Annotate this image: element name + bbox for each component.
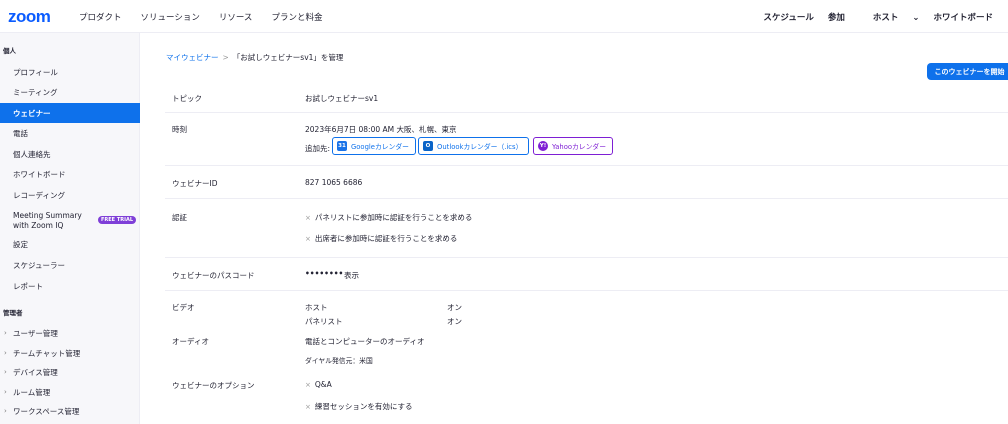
- sidebar-item-device-management[interactable]: › デバイス管理: [0, 362, 140, 382]
- nav-left: プロダクト ソリューション リソース プランと料金: [79, 11, 341, 23]
- time-label: 時刻: [172, 125, 187, 134]
- x-icon: ×: [305, 214, 311, 222]
- auth-option-attendees: × 出席者に参加時に認証を行うことを求める: [305, 233, 457, 244]
- chevron-right-icon: ›: [4, 329, 7, 337]
- chevron-right-icon: ›: [4, 407, 7, 415]
- nav-schedule[interactable]: スケジュール: [763, 11, 813, 23]
- sidebar-item-label: チームチャット管理: [13, 348, 81, 358]
- auth-option-label: 出席者に参加時に認証を行うことを求める: [314, 234, 458, 243]
- yahoo-icon: Y!: [538, 141, 548, 151]
- dial-from: ダイヤル発信元：米国: [305, 357, 373, 365]
- sidebar-item-webinars[interactable]: ウェビナー: [0, 103, 140, 123]
- audio-row: オーディオ 電話とコンピューターのオーディオ ダイヤル発信元：米国: [165, 331, 1008, 373]
- chevron-right-icon: ›: [4, 349, 7, 357]
- webinar-id-row: ウェビナーID 827 1065 6686: [165, 166, 1008, 199]
- option-practice-session: × 練習セッションを有効にする: [305, 401, 412, 412]
- video-label: ビデオ: [172, 303, 195, 312]
- show-passcode-link[interactable]: 表示: [344, 270, 359, 281]
- sidebar-item-recordings[interactable]: レコーディング: [0, 185, 140, 205]
- sidebar-admin-header: 管理者: [3, 309, 23, 317]
- outlook-icon: O: [423, 141, 433, 151]
- passcode-row: ウェビナーのパスコード •••••••• 表示: [165, 258, 1008, 291]
- topic-value: お試しウェビナーsv1: [305, 94, 379, 103]
- yahoo-calendar-button[interactable]: Y! Yahooカレンダー: [533, 137, 613, 155]
- breadcrumb-separator: >: [222, 53, 229, 62]
- option-label: 練習セッションを有効にする: [314, 402, 413, 411]
- x-icon: ×: [305, 235, 311, 243]
- audio-value: 電話とコンピューターのオーディオ: [305, 337, 425, 346]
- sidebar-item-meeting-summary-label: Meeting Summary with Zoom IQ: [13, 211, 82, 230]
- start-webinar-button[interactable]: このウェビナーを開始: [927, 63, 1008, 80]
- video-host-label: ホスト: [305, 303, 328, 312]
- sidebar-item-team-chat[interactable]: › チームチャット管理: [0, 343, 140, 363]
- sidebar-item-meeting-summary[interactable]: Meeting Summary with Zoom IQ: [0, 208, 96, 234]
- x-icon: ×: [305, 403, 311, 411]
- topic-label: トピック: [172, 94, 202, 103]
- nav-whiteboard[interactable]: ホワイトボード: [933, 11, 993, 23]
- video-host-value: オン: [447, 303, 462, 312]
- free-trial-badge: FREE TRIAL: [98, 216, 137, 224]
- top-navigation: zoom プロダクト ソリューション リソース プランと料金 スケジュール 参加…: [0, 0, 1008, 33]
- auth-option-panelists: × パネリストに参加時に認証を行うことを求める: [305, 212, 472, 223]
- sidebar-item-label: ワークスペース管理: [13, 406, 80, 416]
- sidebar: 個人 プロフィール ミーティング ウェビナー 電話 個人連絡先 ホワイトボード …: [0, 33, 140, 424]
- sidebar-item-whiteboard[interactable]: ホワイトボード: [0, 164, 140, 184]
- nav-pricing[interactable]: プランと料金: [271, 11, 322, 23]
- x-icon: ×: [305, 381, 311, 389]
- sidebar-item-phone[interactable]: 電話: [0, 123, 140, 143]
- passcode-value: ••••••••: [305, 269, 344, 278]
- sidebar-item-label: ユーザー管理: [13, 328, 58, 338]
- breadcrumb-my-webinars[interactable]: マイウェビナー: [166, 53, 219, 62]
- webinar-options-row: ウェビナーのオプション × Q&A × 練習セッションを有効にする: [165, 373, 1008, 424]
- add-to-label: 追加先:: [305, 144, 331, 153]
- nav-host-label: ホスト: [872, 13, 899, 23]
- google-calendar-button[interactable]: 31 Googleカレンダー: [332, 137, 416, 155]
- time-value: 2023年6月7日 08:00 AM 大阪、札幌、東京: [305, 125, 457, 134]
- google-calendar-icon: 31: [337, 141, 347, 151]
- audio-label: オーディオ: [172, 337, 209, 346]
- sidebar-item-room-management[interactable]: › ルーム管理: [0, 382, 140, 402]
- chevron-right-icon: ›: [4, 368, 7, 376]
- sidebar-item-reports[interactable]: レポート: [0, 276, 140, 296]
- topic-row: トピック お試しウェビナーsv1: [165, 83, 1008, 113]
- nav-right: スケジュール 参加 ホスト ⌄ ホワイトボード: [749, 11, 993, 23]
- zoom-logo[interactable]: zoom: [8, 7, 51, 27]
- video-row: ビデオ ホスト オン パネリスト オン: [165, 291, 1008, 331]
- nav-join[interactable]: 参加: [828, 11, 845, 23]
- nav-host[interactable]: ホスト ⌄: [859, 11, 920, 23]
- chevron-down-icon: ⌄: [912, 13, 920, 23]
- webinar-options-label: ウェビナーのオプション: [172, 381, 255, 390]
- passcode-label: ウェビナーのパスコード: [172, 271, 255, 280]
- sidebar-item-user-management[interactable]: › ユーザー管理: [0, 323, 140, 343]
- main-content: マイウェビナー > 「お試しウェビナーsv1」を管理 このウェビナーを開始 トピック…: [141, 33, 1008, 424]
- sidebar-personal-header: 個人: [3, 47, 16, 55]
- authentication-row: 認証 × パネリストに参加時に認証を行うことを求める × 出席者に参加時に認証を行う…: [165, 199, 1008, 258]
- sidebar-item-settings[interactable]: 設定: [0, 234, 140, 254]
- auth-option-label: パネリストに参加時に認証を行うことを求める: [314, 213, 473, 222]
- option-label: Q&A: [314, 380, 332, 389]
- sidebar-item-contacts[interactable]: 個人連絡先: [0, 144, 140, 164]
- webinar-id-label: ウェビナーID: [172, 179, 218, 188]
- nav-solutions[interactable]: ソリューション: [141, 11, 200, 23]
- breadcrumb-current: 「お試しウェビナーsv1」を管理: [232, 53, 344, 62]
- nav-products[interactable]: プロダクト: [79, 11, 122, 23]
- sidebar-item-workspace-management[interactable]: › ワークスペース管理: [0, 401, 140, 421]
- video-panelist-label: パネリスト: [305, 317, 343, 326]
- yahoo-calendar-label: Yahooカレンダー: [552, 143, 606, 151]
- sidebar-item-label: デバイス管理: [13, 367, 58, 377]
- sidebar-item-profile[interactable]: プロフィール: [0, 62, 140, 82]
- google-calendar-label: Googleカレンダー: [351, 143, 409, 151]
- webinar-id-value: 827 1065 6686: [305, 178, 363, 187]
- breadcrumb: マイウェビナー > 「お試しウェビナーsv1」を管理: [166, 52, 343, 63]
- chevron-right-icon: ›: [4, 388, 7, 396]
- outlook-calendar-button[interactable]: O Outlookカレンダー（.ics）: [418, 137, 530, 155]
- sidebar-item-meetings[interactable]: ミーティング: [0, 82, 140, 102]
- sidebar-item-label: ルーム管理: [13, 387, 51, 397]
- outlook-calendar-label: Outlookカレンダー（.ics）: [437, 143, 523, 151]
- authentication-label: 認証: [172, 213, 187, 222]
- option-qa: × Q&A: [305, 380, 332, 389]
- sidebar-item-scheduler[interactable]: スケジューラー: [0, 255, 140, 275]
- video-panelist-value: オン: [447, 317, 462, 326]
- nav-resources[interactable]: リソース: [219, 11, 253, 23]
